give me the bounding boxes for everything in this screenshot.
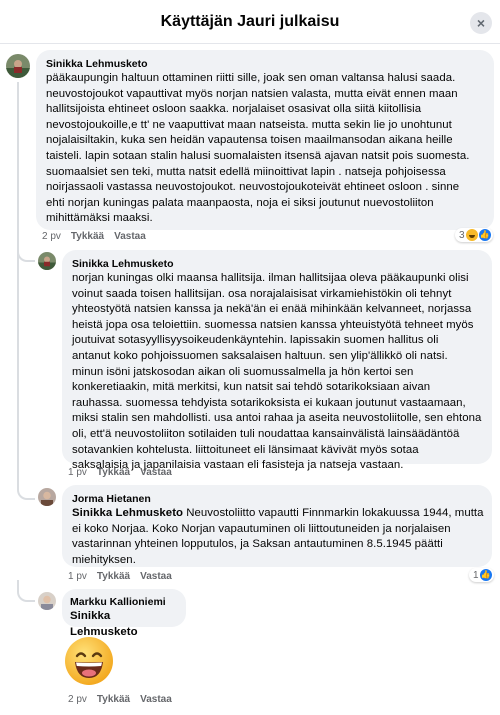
comment-author[interactable]: Sinikka Lehmusketo — [46, 57, 484, 71]
comment-line: hallitsijoista ehtineet osloon saakka. n… — [46, 103, 422, 116]
like-button[interactable]: Tykkää — [97, 467, 130, 478]
avatar[interactable] — [6, 54, 30, 78]
comment-bubble: Markku Kallioniemi Sinikka Lehmusketo — [62, 589, 186, 638]
comment-line: oli, ett'ä neuvostoliiton sotilaiden tul… — [72, 427, 460, 440]
comment-line: minun isöni jatskosodan aikan oli suomus… — [72, 365, 414, 378]
comment-line: nojalaisiltakin, kuka sen heidän vapaute… — [46, 134, 453, 147]
like-button[interactable]: Tykkää — [97, 694, 130, 705]
reaction-count: 3 — [459, 229, 465, 241]
avatar[interactable] — [38, 252, 56, 270]
comment-line: neuvostojoukot vapauttivat myös norjan n… — [46, 87, 458, 100]
reaction-summary[interactable]: 3 👍 — [455, 228, 493, 242]
thread-connector — [17, 240, 35, 262]
comment-line: ehti norjan kuningas palata maanpaosta, … — [46, 196, 434, 209]
thread-connector — [17, 580, 35, 602]
comment-actions: 1 pv Tykkää Vastaa — [68, 467, 172, 478]
comment-actions: 2 pv Tykkää Vastaa — [68, 694, 172, 705]
comment-line: norjan kuningas olki maansa hallitsija. … — [72, 272, 469, 284]
comment-line: antanut koko pohjoissuomen saksalaisen h… — [72, 349, 448, 362]
reply-button[interactable]: Vastaa — [140, 571, 172, 582]
comment-line: taisteli. lapin sotaan stalin halusi suo… — [46, 149, 470, 162]
thread-line — [17, 82, 19, 487]
mention-link[interactable]: Sinikka Lehmusketo — [72, 507, 183, 519]
comment-line: rauhassa. suomessa tehdyista sotarikoksi… — [72, 396, 466, 409]
timestamp[interactable]: 2 pv — [42, 231, 61, 242]
comment-author[interactable]: Jorma Hietanen — [72, 492, 482, 506]
thread-connector — [17, 480, 35, 500]
comment-bubble: Sinikka Lehmusketo norjan kuningas olki … — [62, 250, 492, 471]
reply-button[interactable]: Vastaa — [140, 467, 172, 478]
avatar[interactable] — [38, 592, 56, 610]
comment-line: Sinikka Lehmusketo Neuvostoliitto vapaut… — [72, 506, 484, 522]
comment-line: yhteostyötä natsien kanssa ja nekä'än ei… — [72, 303, 472, 316]
reply-button[interactable]: Vastaa — [140, 694, 172, 705]
comment-author[interactable]: Markku Kallioniemi — [70, 595, 178, 609]
timestamp[interactable]: 1 pv — [68, 467, 87, 478]
post-header: Käyttäjän Jauri julkaisu × — [0, 0, 500, 44]
comment-line-text: Neuvostoliitto vapautti Finnmarkin lokak… — [183, 507, 484, 519]
comment-line: miehityksen. — [72, 553, 136, 566]
close-icon[interactable]: × — [470, 12, 492, 34]
comment-line: konkeretiaakin, mitä merkitsi, kun natsi… — [72, 381, 431, 394]
comment-line: nevostojoukoille,e tt' ne vaaputtivat ma… — [46, 118, 452, 131]
comment-bubble: Sinikka Lehmusketo pääkaupungin haltuun … — [36, 50, 494, 230]
comment-line: ei koko Norjaa. Koko Norjan vapautuminen… — [72, 522, 451, 535]
laugh-reaction-icon — [465, 229, 478, 241]
comment-text: pääkaupungin haltuun ottaminen riitti si… — [46, 71, 484, 227]
comment-line: voinut saada toisen hallitsijan. osa nor… — [72, 287, 452, 300]
comment-line: heistä jopa osa teloiettiin. suomessa na… — [72, 318, 474, 331]
laughing-emoji-sticker — [64, 636, 114, 686]
timestamp[interactable]: 2 pv — [68, 694, 87, 705]
avatar[interactable] — [38, 488, 56, 506]
like-reaction-icon: 👍 — [479, 569, 492, 581]
comment-line: suomaalsiet sen teki, mutta natsit edell… — [46, 165, 446, 178]
comment-text: Sinikka Lehmusketo Neuvostoliitto vapaut… — [72, 506, 484, 568]
comment-line: mihittämäksi maaksi. — [46, 212, 153, 225]
page-title: Käyttäjän Jauri julkaisu — [160, 12, 340, 30]
comment-line: miksi stalin sen mahdollisti. usa antoi … — [72, 412, 482, 425]
comment-line: vastarinnan yhteinen lopputulos, ja Saks… — [72, 538, 443, 551]
like-button[interactable]: Tykkää — [97, 571, 130, 582]
reaction-count: 1 — [473, 569, 479, 581]
comment-line: joutuivat sotasyyllisyysoikeudenkäyntehi… — [72, 334, 439, 347]
comment-bubble: Jorma Hietanen Sinikka Lehmusketo Neuvos… — [62, 485, 492, 567]
comment-line: noirjassaoli vastassa neuvostojoukot. ne… — [46, 181, 460, 194]
like-button[interactable]: Tykkää — [71, 231, 104, 242]
comment-actions: 2 pv Tykkää Vastaa — [42, 231, 146, 242]
comment-actions: 1 pv Tykkää Vastaa — [68, 571, 172, 582]
comment-line: sotavankien kohtelusta. liittoituneet el… — [72, 443, 419, 456]
comment-text: norjan kuningas olki maansa hallitsija. … — [72, 271, 482, 474]
timestamp[interactable]: 1 pv — [68, 571, 87, 582]
reply-button[interactable]: Vastaa — [114, 231, 146, 242]
reaction-summary[interactable]: 1 👍 — [469, 568, 494, 582]
like-reaction-icon: 👍 — [478, 229, 491, 241]
comment-line: pääkaupungin haltuun ottaminen riitti si… — [46, 72, 456, 84]
comment-author[interactable]: Sinikka Lehmusketo — [72, 257, 482, 271]
